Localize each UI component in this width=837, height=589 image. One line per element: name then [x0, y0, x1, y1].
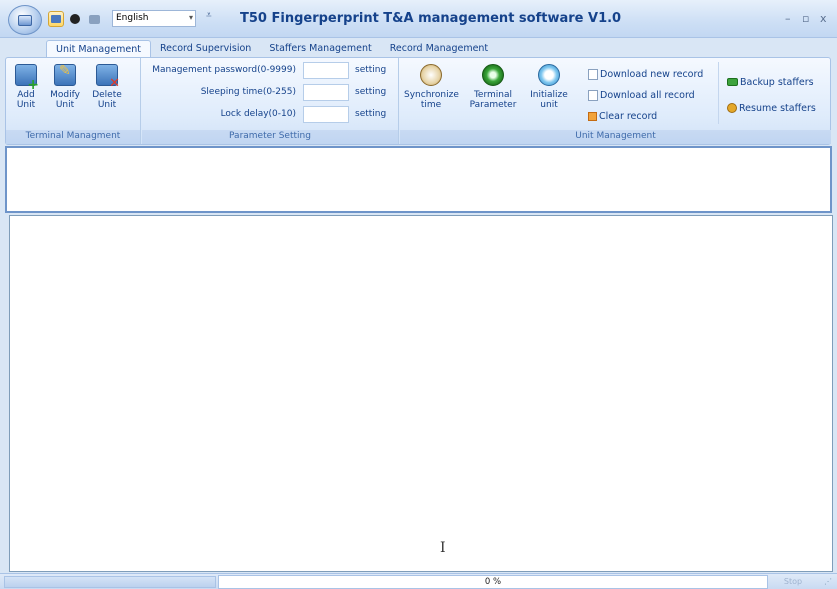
param-row-password: Management password(0-9999) setting: [142, 62, 392, 80]
sleeping-time-setting-button[interactable]: setting: [355, 87, 386, 97]
unit-management-group: Synchronize time Terminal Parameter Init…: [400, 58, 831, 144]
download-new-record-label: Download new record: [600, 68, 704, 80]
gear-icon: [482, 64, 504, 86]
password-label: Management password(0-9999): [152, 65, 296, 75]
terminal-parameter-label-2: Parameter: [469, 100, 517, 110]
terminal-parameter-label: Terminal: [473, 90, 513, 100]
initialize-unit-button[interactable]: Initialize unit: [526, 62, 572, 110]
delete-unit-icon: [96, 64, 120, 89]
tab-staffers-management[interactable]: Staffers Management: [260, 40, 380, 58]
lock-delay-label: Lock delay(0-10): [220, 109, 296, 119]
printer-icon[interactable]: [86, 11, 102, 27]
resume-staffers-label: Resume staffers: [739, 102, 816, 114]
main-content-panel[interactable]: [9, 215, 833, 572]
add-unit-icon: [15, 64, 39, 90]
text-cursor-icon: I: [440, 540, 446, 556]
password-field[interactable]: [303, 62, 349, 79]
synchronize-label: Synchronize: [404, 90, 459, 100]
quick-access-toolbar: [48, 9, 102, 29]
initialize-icon: [538, 64, 560, 86]
app-orb-icon: [18, 15, 32, 26]
clear-icon: [588, 111, 597, 121]
backup-icon: [727, 78, 738, 86]
initialize-label: Initialize: [530, 90, 568, 100]
resize-grip-icon[interactable]: ⋰: [824, 577, 834, 587]
terminal-parameter-button[interactable]: Terminal Parameter: [468, 62, 518, 110]
window-qat-icon[interactable]: [48, 11, 64, 27]
tab-record-management[interactable]: Record Management: [381, 40, 497, 58]
backup-staffers-button[interactable]: Backup staffers: [727, 74, 814, 90]
modify-unit-icon: [54, 64, 76, 86]
unit-list-panel[interactable]: [5, 146, 832, 213]
resume-icon: [727, 103, 737, 113]
app-menu-button[interactable]: [8, 5, 42, 35]
download-all-record-button[interactable]: Download all record: [588, 87, 695, 103]
progress-bar: 0 %: [218, 575, 768, 589]
document-icon: [588, 89, 598, 101]
synchronize-label-2: time: [420, 100, 442, 110]
param-row-lock-delay: Lock delay(0-10) setting: [142, 106, 392, 124]
sleeping-time-label: Sleeping time(0-255): [200, 87, 296, 97]
clear-record-button[interactable]: Clear record: [588, 108, 657, 124]
modify-unit-button[interactable]: Modify Unit: [49, 62, 81, 110]
synchronize-time-button[interactable]: Synchronize time: [404, 62, 459, 110]
clear-record-label: Clear record: [599, 110, 658, 122]
close-button[interactable]: x: [820, 12, 827, 25]
delete-unit-button[interactable]: Delete Unit: [91, 62, 123, 110]
password-setting-button[interactable]: setting: [355, 65, 386, 75]
title-bar: English ▾ ⩡ T50 Fingerperprint T&A manag…: [0, 0, 837, 38]
ribbon-tabs: Unit Management Record Supervision Staff…: [46, 40, 497, 58]
backup-staffers-label: Backup staffers: [740, 76, 814, 88]
window-title: T50 Fingerperprint T&A management softwa…: [240, 11, 622, 26]
modify-unit-label-2: Unit: [55, 100, 75, 110]
group-label-terminal: Terminal Managment: [6, 130, 140, 144]
delete-unit-label-2: Unit: [97, 100, 117, 110]
language-select[interactable]: English ▾: [112, 10, 196, 27]
ribbon: Add Unit Modify Unit Delete Unit Termina…: [5, 57, 831, 145]
group-label-parameter: Parameter Setting: [142, 130, 398, 144]
progress-text: 0 %: [484, 577, 502, 587]
delete-unit-label: Delete: [92, 90, 122, 100]
tab-record-supervision[interactable]: Record Supervision: [151, 40, 260, 58]
tab-unit-management[interactable]: Unit Management: [46, 40, 151, 58]
download-new-record-button[interactable]: Download new record: [588, 66, 703, 82]
parameter-setting-group: Management password(0-9999) setting Slee…: [142, 58, 399, 144]
language-value: English: [116, 13, 149, 23]
record-qat-icon[interactable]: [67, 11, 83, 27]
minimize-button[interactable]: –: [785, 12, 791, 25]
document-icon: [588, 68, 598, 80]
add-unit-label-2: Unit: [16, 100, 36, 110]
qat-customize-icon[interactable]: ⩡: [206, 10, 212, 21]
status-bar: 0 % Stop ⋰: [0, 573, 837, 589]
group-label-unit: Unit Management: [400, 130, 831, 144]
download-all-record-label: Download all record: [600, 89, 695, 101]
stop-button[interactable]: Stop: [772, 576, 814, 588]
clock-icon: [420, 64, 442, 86]
terminal-management-group: Add Unit Modify Unit Delete Unit Termina…: [6, 58, 141, 144]
chevron-down-icon: ▾: [188, 13, 193, 22]
param-row-sleeping: Sleeping time(0-255) setting: [142, 84, 392, 102]
resume-staffers-button[interactable]: Resume staffers: [727, 100, 816, 116]
modify-unit-label: Modify: [50, 90, 80, 100]
lock-delay-setting-button[interactable]: setting: [355, 109, 386, 119]
sleeping-time-field[interactable]: [303, 84, 349, 101]
status-text-area: [4, 576, 216, 588]
initialize-label-2: unit: [540, 100, 558, 110]
maximize-button[interactable]: ▫: [802, 12, 809, 25]
lock-delay-field[interactable]: [303, 106, 349, 123]
add-unit-button[interactable]: Add Unit: [12, 62, 40, 110]
divider: [718, 62, 719, 124]
